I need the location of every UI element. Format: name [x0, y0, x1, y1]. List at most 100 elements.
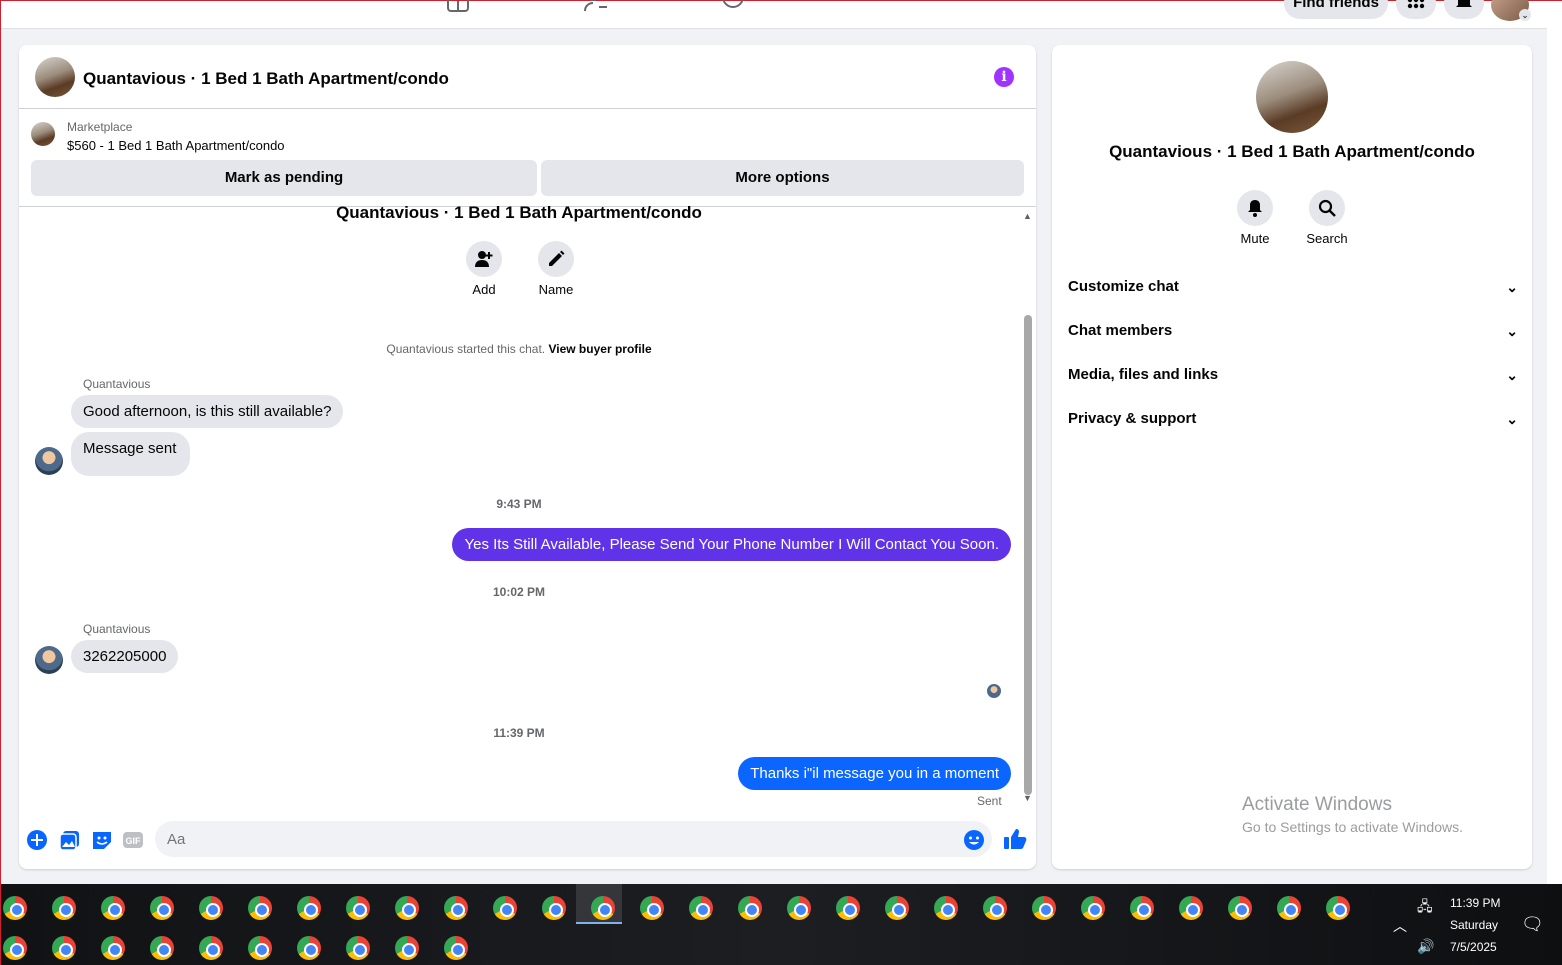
chrome-icon[interactable]	[444, 896, 468, 920]
chrome-icon[interactable]	[1326, 896, 1350, 920]
chrome-icon[interactable]	[1277, 896, 1301, 920]
chrome-icon[interactable]	[150, 896, 174, 920]
chrome-icon[interactable]	[934, 896, 958, 920]
network-icon[interactable]: 🖧	[1417, 896, 1433, 920]
friends-icon[interactable]	[583, 0, 609, 13]
chrome-icon[interactable]	[689, 896, 713, 920]
chrome-icon[interactable]	[297, 936, 321, 960]
chrome-icon[interactable]	[52, 896, 76, 920]
chrome-icon[interactable]	[787, 896, 811, 920]
incoming-message[interactable]: 3262205000	[71, 640, 179, 673]
mute-button[interactable]	[1237, 190, 1273, 226]
listing-thumbnail[interactable]	[31, 122, 55, 146]
chrome-icon[interactable]	[346, 896, 370, 920]
chrome-icon[interactable]	[248, 936, 272, 960]
scroll-down-arrow[interactable]: ▼	[1023, 793, 1032, 803]
groups-icon[interactable]	[720, 0, 746, 13]
chrome-icon[interactable]	[493, 896, 517, 920]
chrome-icon[interactable]	[199, 896, 223, 920]
timestamp: 11:39 PM	[493, 726, 545, 740]
chrome-icon[interactable]	[591, 896, 615, 920]
outgoing-message[interactable]: Thanks i"il message you in a moment	[738, 757, 1011, 790]
sender-avatar[interactable]	[35, 447, 63, 475]
bell-icon	[1456, 0, 1472, 7]
mark-as-pending-button[interactable]: Mark as pending	[31, 160, 537, 196]
sender-avatar[interactable]	[35, 646, 63, 674]
menu-grid-icon	[1407, 0, 1425, 9]
more-options-button[interactable]: More options	[541, 160, 1024, 196]
chrome-icon[interactable]	[297, 896, 321, 920]
customize-chat-row[interactable]: Customize chat ⌄	[1068, 267, 1518, 307]
chat-scrollbar[interactable]: ▲ ▼	[1022, 211, 1032, 805]
clock-day[interactable]: Saturday	[1450, 918, 1498, 932]
chevron-down-icon[interactable]: ⌄	[1519, 9, 1531, 21]
chat-started-note: Quantavious started this chat. View buye…	[19, 342, 1019, 356]
chrome-icon[interactable]	[150, 936, 174, 960]
gif-icon[interactable]: GIF	[122, 829, 144, 851]
add-people-button[interactable]	[466, 241, 502, 277]
chrome-icon[interactable]	[52, 936, 76, 960]
message-input[interactable]	[155, 821, 992, 857]
chrome-icon[interactable]	[346, 936, 370, 960]
chevron-down-icon: ⌄	[1506, 279, 1518, 295]
notifications-button[interactable]	[1444, 0, 1484, 19]
privacy-support-row[interactable]: Privacy & support ⌄	[1068, 399, 1518, 439]
chrome-icon[interactable]	[101, 936, 125, 960]
menu-button[interactable]	[1396, 0, 1436, 19]
chrome-icon[interactable]	[1228, 896, 1252, 920]
chrome-icon[interactable]	[983, 896, 1007, 920]
photo-icon[interactable]	[59, 829, 81, 851]
chrome-icon[interactable]	[199, 936, 223, 960]
chat-title[interactable]: Quantavious · 1 Bed 1 Bath Apartment/con…	[83, 69, 449, 89]
chrome-icon[interactable]	[395, 936, 419, 960]
chrome-icon[interactable]	[836, 896, 860, 920]
activate-windows-subtitle: Go to Settings to activate Windows.	[1242, 819, 1463, 835]
volume-icon[interactable]: 🔊	[1417, 938, 1434, 955]
chrome-icon[interactable]	[738, 896, 762, 920]
chevron-down-icon: ⌄	[1506, 367, 1518, 383]
started-text: Quantavious started this chat.	[386, 342, 546, 356]
clock-date[interactable]: 7/5/2025	[1450, 940, 1497, 954]
sticker-icon[interactable]	[91, 829, 113, 851]
emoji-icon[interactable]	[963, 829, 985, 851]
windows-taskbar: ︿ 🖧 🔊 11:39 PM Saturday 7/5/2025 🗨	[1, 884, 1562, 965]
outgoing-message[interactable]: Yes Its Still Available, Please Send You…	[452, 528, 1011, 561]
find-friends-button[interactable]: Find friends	[1284, 0, 1388, 19]
auto-message[interactable]: Message sent	[71, 432, 191, 476]
chat-info-avatar[interactable]	[1256, 61, 1328, 133]
marketplace-icon[interactable]	[445, 0, 471, 13]
chrome-icon[interactable]	[1130, 896, 1154, 920]
chrome-icon[interactable]	[248, 896, 272, 920]
incoming-message[interactable]: Good afternoon, is this still available?	[71, 395, 344, 428]
chrome-icon[interactable]	[395, 896, 419, 920]
row-label: Customize chat	[1068, 278, 1179, 295]
chrome-icon[interactable]	[444, 936, 468, 960]
notification-center-icon[interactable]: 🗨	[1521, 914, 1544, 935]
scroll-up-arrow[interactable]: ▲	[1023, 211, 1032, 221]
listing-title[interactable]: $560 - 1 Bed 1 Bath Apartment/condo	[67, 138, 285, 153]
info-icon[interactable]: i	[994, 67, 1014, 87]
chat-avatar[interactable]	[35, 57, 75, 97]
scroll-thumb[interactable]	[1024, 315, 1032, 795]
search-in-chat-button[interactable]	[1309, 190, 1345, 226]
chrome-icon[interactable]	[1032, 896, 1056, 920]
chrome-icon[interactable]	[101, 896, 125, 920]
thumbs-up-icon[interactable]	[1003, 827, 1027, 851]
add-label: Add	[472, 282, 496, 297]
clock-time[interactable]: 11:39 PM	[1450, 896, 1500, 910]
chrome-icon[interactable]	[3, 936, 27, 960]
chrome-icon[interactable]	[1081, 896, 1105, 920]
chat-panel: Quantavious · 1 Bed 1 Bath Apartment/con…	[19, 45, 1036, 869]
page-scrollbar[interactable]	[1547, 1, 1562, 884]
name-chat-button[interactable]	[538, 241, 574, 277]
chevron-up-icon[interactable]: ︿	[1393, 916, 1407, 936]
media-files-links-row[interactable]: Media, files and links ⌄	[1068, 355, 1518, 395]
chrome-icon[interactable]	[542, 896, 566, 920]
chrome-icon[interactable]	[1179, 896, 1203, 920]
chrome-icon[interactable]	[885, 896, 909, 920]
chrome-icon[interactable]	[640, 896, 664, 920]
chrome-icon[interactable]	[3, 896, 27, 920]
plus-icon[interactable]	[26, 829, 48, 851]
chat-members-row[interactable]: Chat members ⌄	[1068, 311, 1518, 351]
view-buyer-profile-link[interactable]: View buyer profile	[548, 342, 651, 356]
